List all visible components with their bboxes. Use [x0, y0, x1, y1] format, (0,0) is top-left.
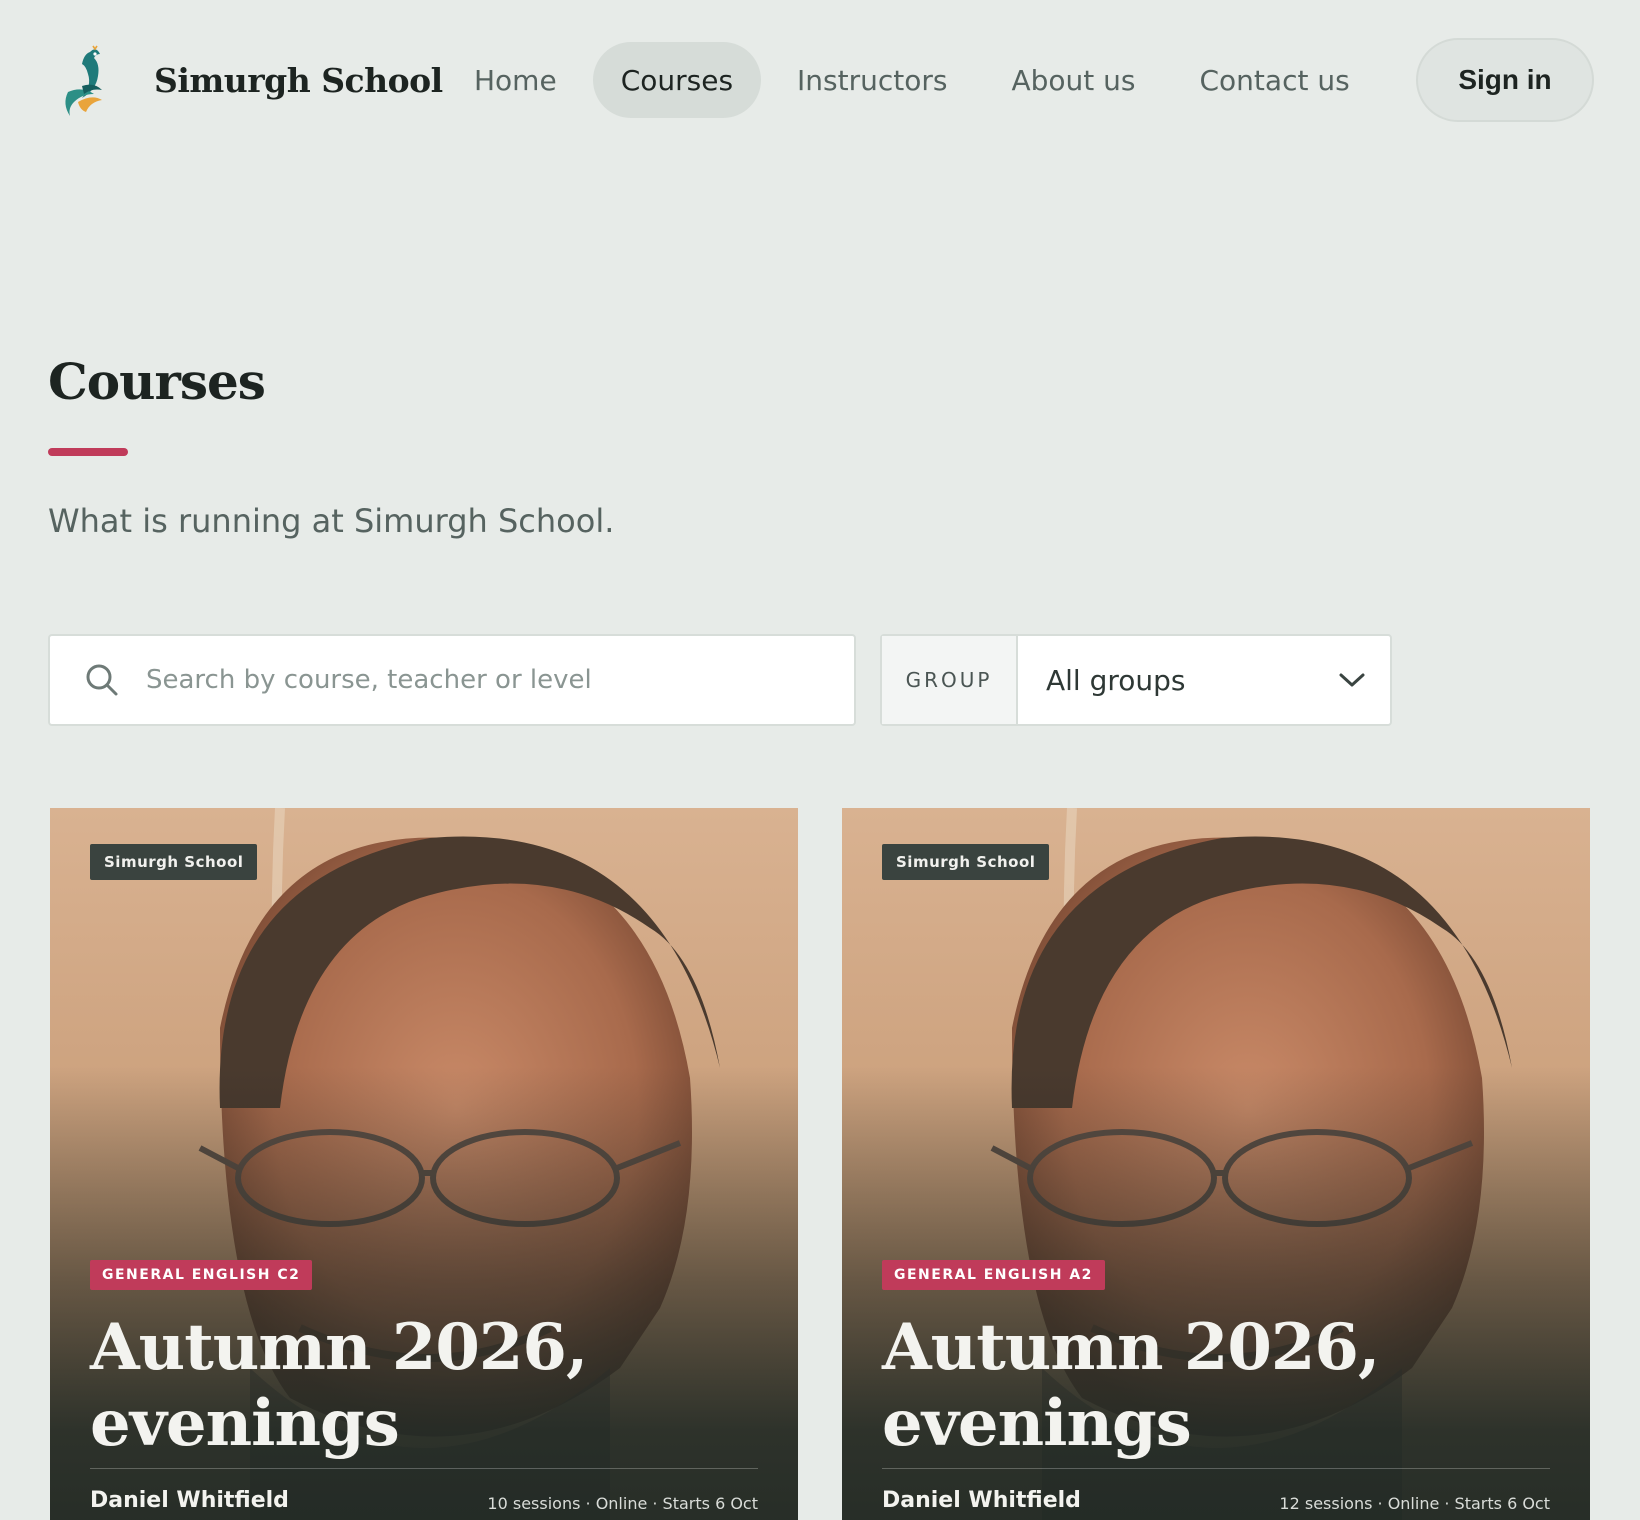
- main-nav: Home Courses Instructors About us Contac…: [446, 42, 1386, 118]
- site-header: Simurgh School Home Courses Instructors …: [0, 0, 1640, 160]
- page-subtitle: What is running at Simurgh School.: [48, 502, 615, 540]
- brand[interactable]: Simurgh School: [60, 42, 443, 118]
- card-teacher: Daniel Whitfield: [882, 1488, 1081, 1513]
- card-meta: 10 sessions · Online · Starts 6 Oct: [487, 1494, 758, 1513]
- card-divider: [90, 1468, 758, 1469]
- card-level-tag: GENERAL ENGLISH A2: [882, 1260, 1105, 1290]
- group-select[interactable]: All groups: [1018, 636, 1390, 724]
- search-input[interactable]: [146, 665, 826, 695]
- nav-contact-us[interactable]: Contact us: [1172, 42, 1378, 118]
- nav-about-us[interactable]: About us: [983, 42, 1163, 118]
- title-accent-rule: [48, 448, 128, 456]
- nav-home[interactable]: Home: [446, 42, 585, 118]
- card-meta: 12 sessions · Online · Starts 6 Oct: [1279, 1494, 1550, 1513]
- search-box: [48, 634, 856, 726]
- card-school-badge: Simurgh School: [882, 844, 1050, 880]
- group-select-value: All groups: [1046, 663, 1186, 697]
- course-card[interactable]: Simurgh School GENERAL ENGLISH C2 Autumn…: [50, 808, 798, 1520]
- group-filter-label: GROUP: [882, 636, 1018, 724]
- nav-courses[interactable]: Courses: [592, 42, 762, 118]
- group-filter: GROUP All groups: [880, 634, 1392, 726]
- search-icon: [86, 664, 118, 696]
- card-level-tag: GENERAL ENGLISH C2: [90, 1260, 313, 1290]
- card-divider: [882, 1468, 1550, 1469]
- card-teacher: Daniel Whitfield: [90, 1488, 289, 1513]
- sign-in-button[interactable]: Sign in: [1416, 38, 1594, 122]
- card-title: Autumn 2026, evenings: [882, 1310, 1380, 1461]
- simurgh-logo-icon: [65, 45, 102, 116]
- brand-name: Simurgh School: [154, 60, 443, 100]
- card-school-badge: Simurgh School: [90, 844, 258, 880]
- chevron-down-icon: [1339, 673, 1365, 687]
- card-title: Autumn 2026, evenings: [90, 1310, 588, 1461]
- course-card[interactable]: Simurgh School GENERAL ENGLISH A2 Autumn…: [842, 808, 1590, 1520]
- nav-instructors[interactable]: Instructors: [769, 42, 975, 118]
- page-title: Courses: [48, 352, 266, 411]
